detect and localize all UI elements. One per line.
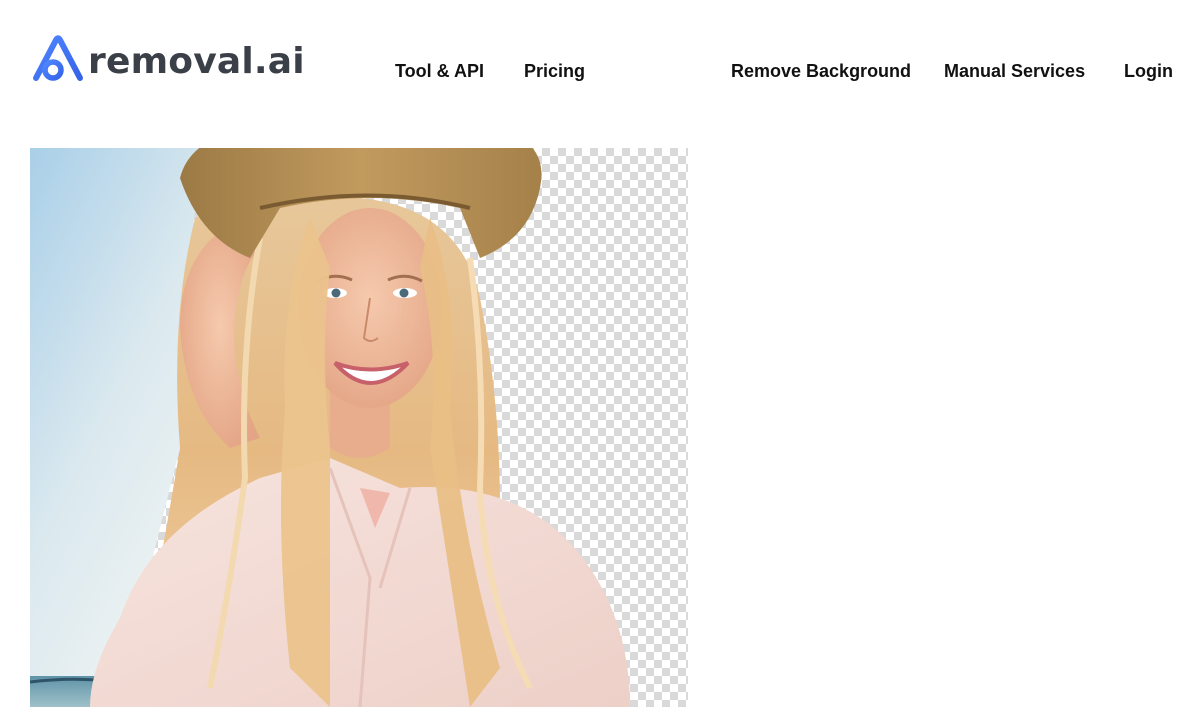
logo-wordmark: removal.ai: [88, 41, 305, 82]
nav-pricing[interactable]: Pricing: [524, 60, 585, 82]
site-header: removal.ai Tool & API Pricing Remove Bac…: [0, 0, 1199, 145]
nav-remove-background[interactable]: Remove Background: [731, 60, 911, 82]
nav-manual-services[interactable]: Manual Services: [944, 60, 1085, 82]
site-logo[interactable]: removal.ai: [30, 34, 305, 84]
hero-illustration: [30, 148, 688, 707]
removal-ai-logo-icon: [33, 35, 83, 81]
hero-image: [30, 148, 688, 707]
nav-login[interactable]: Login: [1124, 60, 1173, 82]
nav-tool-api[interactable]: Tool & API: [395, 60, 484, 82]
